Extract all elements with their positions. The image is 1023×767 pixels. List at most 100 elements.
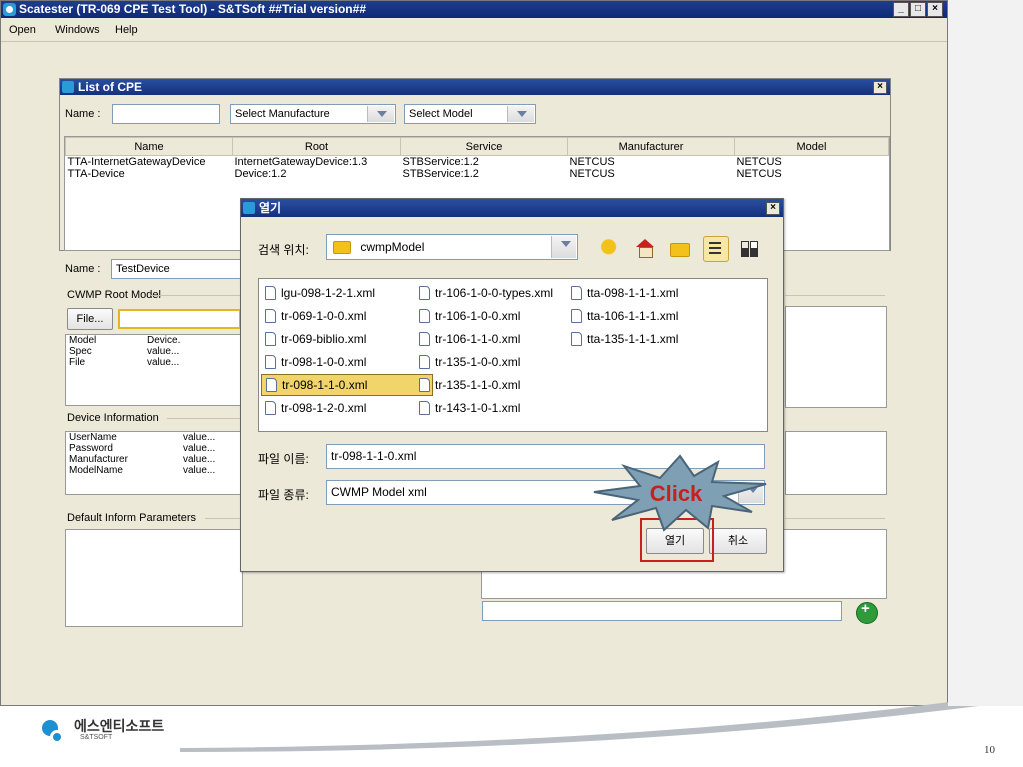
file-item[interactable]: tr-106-1-0-0.xml [415, 306, 520, 326]
device-name-input[interactable]: TestDevice [111, 259, 241, 279]
file-item[interactable]: tr-069-1-0-0.xml [261, 306, 366, 326]
look-in-select[interactable]: cwmpModel [326, 234, 578, 260]
slide-right-margin [948, 0, 1023, 706]
company-sub-name: S&TSOFT [80, 734, 113, 741]
new-folder-icon[interactable] [667, 236, 691, 260]
table-row: Manufacturer value... [66, 454, 218, 465]
file-icon [571, 286, 582, 300]
group-divider [151, 295, 241, 296]
file-icon [419, 355, 430, 369]
file-item[interactable]: tr-106-1-1-0.xml [415, 329, 520, 349]
file-icon [419, 401, 430, 415]
table-row: UserName value... [66, 432, 218, 443]
table-cell: TTA-Device [67, 168, 125, 180]
table-cell: UserName [69, 432, 117, 443]
file-item[interactable]: tta-106-1-1-1.xml [567, 306, 678, 326]
file-item-selected[interactable]: tr-098-1-1-0.xml [261, 374, 433, 396]
file-item[interactable]: tr-135-1-1-0.xml [415, 375, 520, 395]
column-header-manufacturer[interactable]: Manufacturer [567, 137, 735, 156]
group-divider [205, 518, 241, 519]
file-icon [419, 378, 430, 392]
table-cell: TTA-InternetGatewayDevice [67, 156, 206, 168]
table-cell: STBService:1.2 [402, 156, 479, 168]
close-icon[interactable]: × [873, 81, 887, 94]
menu-windows[interactable]: Windows [55, 24, 100, 36]
file-icon [265, 286, 276, 300]
menu-open[interactable]: Open [9, 24, 36, 36]
device-info-group-label: Device Information [67, 412, 159, 424]
manufacture-select[interactable]: Select Manufacture [230, 104, 396, 124]
look-in-label: 검색 위치: [258, 243, 309, 257]
manufacture-select-value: Select Manufacture [235, 108, 330, 120]
file-item[interactable]: tr-098-1-2-0.xml [261, 398, 366, 418]
filetype-label: 파일 종류: [258, 488, 309, 502]
app-titlebar[interactable]: Scatester (TR-069 CPE Test Tool) - S&TSo… [1, 1, 947, 18]
name-filter-input[interactable] [112, 104, 220, 124]
details-view-icon[interactable] [737, 236, 761, 260]
file-icon [265, 332, 276, 346]
file-item[interactable]: lgu-098-1-2-1.xml [261, 283, 375, 303]
file-item[interactable]: tta-135-1-1-1.xml [567, 329, 678, 349]
inform-parameter-input[interactable] [482, 601, 842, 621]
dialog-title: 열기 [259, 201, 282, 215]
column-header-name[interactable]: Name [65, 137, 233, 156]
file-name: tta-106-1-1-1.xml [587, 309, 679, 323]
table-cell: Password [69, 443, 113, 454]
column-header-service[interactable]: Service [400, 137, 568, 156]
file-item[interactable]: tta-098-1-1-1.xml [567, 283, 678, 303]
app-logo-icon [3, 3, 16, 16]
table-header-row: Name Root Service Manufacturer Model [65, 137, 889, 156]
table-row[interactable]: TTA-InternetGatewayDevice InternetGatewa… [66, 156, 889, 168]
file-name: tta-135-1-1-1.xml [587, 332, 679, 346]
table-cell: Device. [147, 335, 181, 346]
close-button[interactable]: × [927, 2, 943, 17]
close-icon[interactable]: × [766, 202, 780, 215]
file-icon [419, 286, 430, 300]
table-row: File value... [66, 357, 183, 368]
up-folder-icon[interactable] [599, 236, 623, 260]
minimize-button[interactable]: _ [893, 2, 909, 17]
column-header-root[interactable]: Root [232, 137, 401, 156]
right-panel-box[interactable] [785, 306, 887, 408]
file-item[interactable]: tr-143-1-0-1.xml [415, 398, 520, 418]
right-info-box[interactable] [785, 431, 887, 495]
list-view-icon[interactable] [703, 236, 729, 262]
menu-bar: Open Windows Help [1, 18, 947, 42]
file-icon [265, 355, 276, 369]
chevron-down-icon [551, 236, 576, 258]
dialog-titlebar[interactable]: 열기 × [241, 199, 783, 217]
maximize-button[interactable]: □ [910, 2, 926, 17]
table-cell: Model [69, 335, 97, 346]
table-cell: value... [183, 432, 216, 443]
inform-group-label: Default Inform Parameters [67, 512, 196, 524]
menu-help[interactable]: Help [115, 24, 138, 36]
root-model-table: Model Device. Spec value... File value... [65, 334, 243, 406]
group-divider [167, 418, 241, 419]
file-icon [265, 309, 276, 323]
add-icon[interactable] [856, 600, 878, 624]
table-cell: Device:1.2 [234, 168, 287, 180]
chevron-down-icon [507, 106, 534, 122]
column-header-model[interactable]: Model [734, 137, 889, 156]
inform-parameters-box[interactable] [65, 529, 243, 627]
cpe-list-titlebar[interactable]: List of CPE × [60, 79, 890, 95]
file-item[interactable]: tr-069-biblio.xml [261, 329, 366, 349]
model-select[interactable]: Select Model [404, 104, 536, 124]
file-icon [571, 309, 582, 323]
file-name: tr-098-1-1-0.xml [282, 378, 368, 392]
table-row[interactable]: TTA-Device Device:1.2 STBService:1.2 NET… [66, 168, 889, 180]
click-callout: Click [593, 454, 767, 532]
model-file-input[interactable] [118, 309, 241, 329]
table-cell: value... [183, 443, 216, 454]
file-item[interactable]: tr-106-1-0-0-types.xml [415, 283, 553, 303]
home-icon[interactable] [633, 236, 657, 260]
file-name: tr-143-1-0-1.xml [435, 401, 521, 415]
page-number: 10 [984, 744, 995, 756]
table-cell: Spec [69, 346, 92, 357]
file-name: tr-135-1-0-0.xml [435, 355, 521, 369]
file-name: tr-098-1-0-0.xml [281, 355, 367, 369]
table-row: ModelName value... [66, 465, 218, 476]
file-item[interactable]: tr-135-1-0-0.xml [415, 352, 520, 372]
file-button[interactable]: File... [67, 308, 113, 330]
file-item[interactable]: tr-098-1-0-0.xml [261, 352, 366, 372]
